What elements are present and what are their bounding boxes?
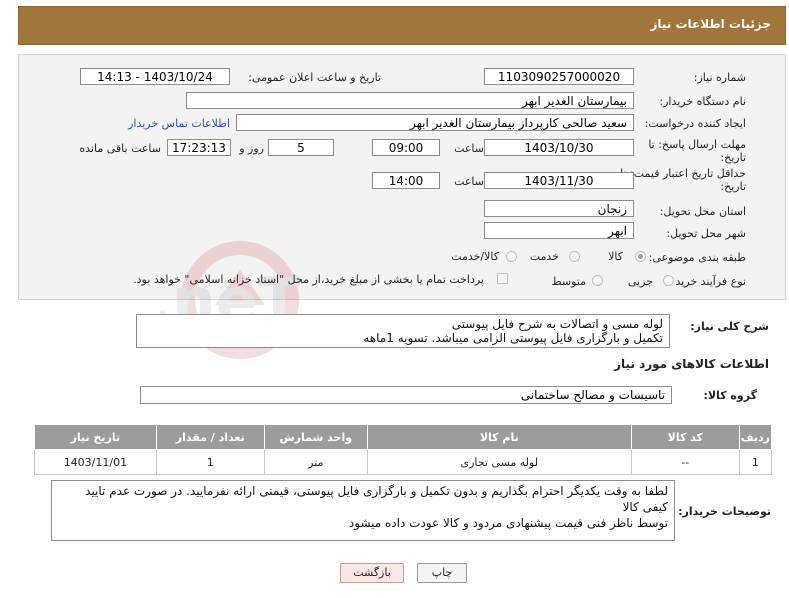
days-remaining-field: 5 bbox=[268, 139, 334, 156]
deadline-time-field: 09:00 bbox=[372, 139, 440, 156]
description-textarea: لوله مسی و اتصالات به شرح فایل پیوستی تک… bbox=[136, 314, 670, 348]
goods-group-field: تاسیسات و مصالح ساختمانی bbox=[140, 386, 672, 404]
print-button[interactable]: چاپ bbox=[417, 563, 467, 583]
remaining-time-label: ساعت باقی مانده bbox=[79, 142, 161, 155]
col-row: ردیف bbox=[738, 424, 773, 450]
process-minor-label: جزیی bbox=[627, 275, 653, 288]
process-type-label: نوع فرآیند خرید : bbox=[668, 275, 746, 288]
buyer-notes-label: توضیحات خریدار: bbox=[678, 505, 771, 518]
validity-time-label: ساعت bbox=[454, 175, 484, 188]
process-medium-label: متوسط bbox=[551, 275, 586, 288]
remaining-time-field: 17:23:13 bbox=[167, 139, 231, 156]
need-number-label: شماره نیاز: bbox=[693, 71, 746, 84]
buyer-contact-link[interactable]: اطلاعات تماس خریدار bbox=[128, 117, 230, 130]
col-code: کد کالا bbox=[630, 424, 740, 450]
process-medium-radio[interactable] bbox=[592, 275, 603, 286]
col-date: تاریخ نیاز bbox=[34, 424, 157, 450]
days-label: روز و bbox=[239, 142, 264, 155]
col-qty: تعداد / مقدار bbox=[155, 424, 265, 450]
buyer-org-field: بیمارستان الغدیر ابهر bbox=[186, 92, 634, 109]
deadline-label: مهلت ارسال پاسخ: تا bbox=[648, 138, 746, 151]
page-title: جزئیات اطلاعات نیاز bbox=[650, 17, 771, 31]
goods-table: ردیف کد کالا نام کالا واحد شمارش تعداد /… bbox=[34, 424, 773, 475]
city-field: ابهر bbox=[484, 222, 634, 239]
page-header: جزئیات اطلاعات نیاز bbox=[18, 6, 786, 45]
validity-date-field: 1403/11/30 bbox=[484, 172, 634, 189]
goods-section-title: اطلاعات کالاهای مورد نیاز bbox=[614, 357, 769, 371]
deadline-date-field: 1403/10/30 bbox=[484, 139, 634, 156]
goods-table-header: ردیف کد کالا نام کالا واحد شمارش تعداد /… bbox=[34, 424, 773, 450]
category-label: طبقه بندی موضوعی: bbox=[648, 251, 746, 264]
category-goods-service-radio[interactable] bbox=[506, 251, 517, 262]
buyer-org-label: نام دستگاه خریدار: bbox=[659, 95, 746, 108]
category-goods-radio[interactable] bbox=[635, 251, 646, 262]
treasury-payment-text: پرداخت تمام یا بخشی از مبلغ خرید،از محل … bbox=[133, 273, 484, 286]
table-row: 1 -- لوله مسی تجاری متر 1 1403/11/01 bbox=[34, 449, 773, 475]
col-name: نام کالا bbox=[366, 424, 632, 450]
requester-field: سعید صالحی کارپرداز بیمارستان الغدیر ابه… bbox=[236, 114, 634, 131]
deadline-date-label: تاریخ: bbox=[720, 151, 746, 164]
col-unit: واحد شمارش bbox=[263, 424, 368, 450]
need-number-field: 1103090257000020 bbox=[484, 68, 634, 85]
province-label: استان محل تحویل: bbox=[659, 205, 746, 218]
cell-row: 1 bbox=[738, 449, 773, 475]
process-minor-radio[interactable] bbox=[663, 275, 674, 286]
description-line-2: تکمیل و بارگزاری فایل پیوستی الزامی میبا… bbox=[363, 331, 663, 345]
buyer-notes-textarea: لطفا به وقت یکدیگر احترام بگذاریم و بدون… bbox=[51, 480, 675, 541]
description-line-1: لوله مسی و اتصالات به شرح فایل پیوستی bbox=[451, 317, 663, 331]
category-service-label: خدمت bbox=[529, 250, 559, 263]
announce-date-field: 1403/10/24 - 14:13 bbox=[80, 68, 230, 85]
category-service-radio[interactable] bbox=[569, 251, 580, 262]
cell-code: -- bbox=[630, 449, 740, 475]
goods-group-label: گروه کالا: bbox=[703, 389, 757, 402]
description-label: شرح کلی نیاز: bbox=[690, 320, 769, 333]
cell-qty: 1 bbox=[155, 449, 265, 475]
category-goods-service-label: کالا/خدمت bbox=[451, 250, 499, 263]
requester-label: ایجاد کننده درخواست: bbox=[644, 117, 746, 130]
validity-time-field: 14:00 bbox=[372, 172, 440, 189]
province-field: زنجان bbox=[484, 200, 634, 217]
category-goods-label: کالا bbox=[608, 250, 623, 263]
deadline-time-label: ساعت bbox=[454, 142, 484, 155]
cell-date: 1403/11/01 bbox=[34, 449, 157, 475]
price-validity-date-label: تاریخ: bbox=[720, 180, 746, 193]
announce-date-label: تاریخ و ساعت اعلان عمومی: bbox=[248, 71, 381, 84]
cell-name: لوله مسی تجاری bbox=[366, 449, 632, 475]
buyer-notes-line-2: توسط ناظر فنی قیمت پیشنهادی مردود و کالا… bbox=[348, 516, 668, 530]
back-button[interactable]: بازگشت bbox=[340, 563, 404, 583]
buyer-notes-line-1: لطفا به وقت یکدیگر احترام بگذاریم و بدون… bbox=[85, 484, 668, 514]
cell-unit: متر bbox=[263, 449, 368, 475]
treasury-payment-checkbox[interactable] bbox=[497, 273, 508, 284]
city-label: شهر محل تحویل: bbox=[666, 227, 746, 240]
price-validity-label: حداقل تاریخ اعتبار قیمت: تا bbox=[620, 167, 746, 180]
